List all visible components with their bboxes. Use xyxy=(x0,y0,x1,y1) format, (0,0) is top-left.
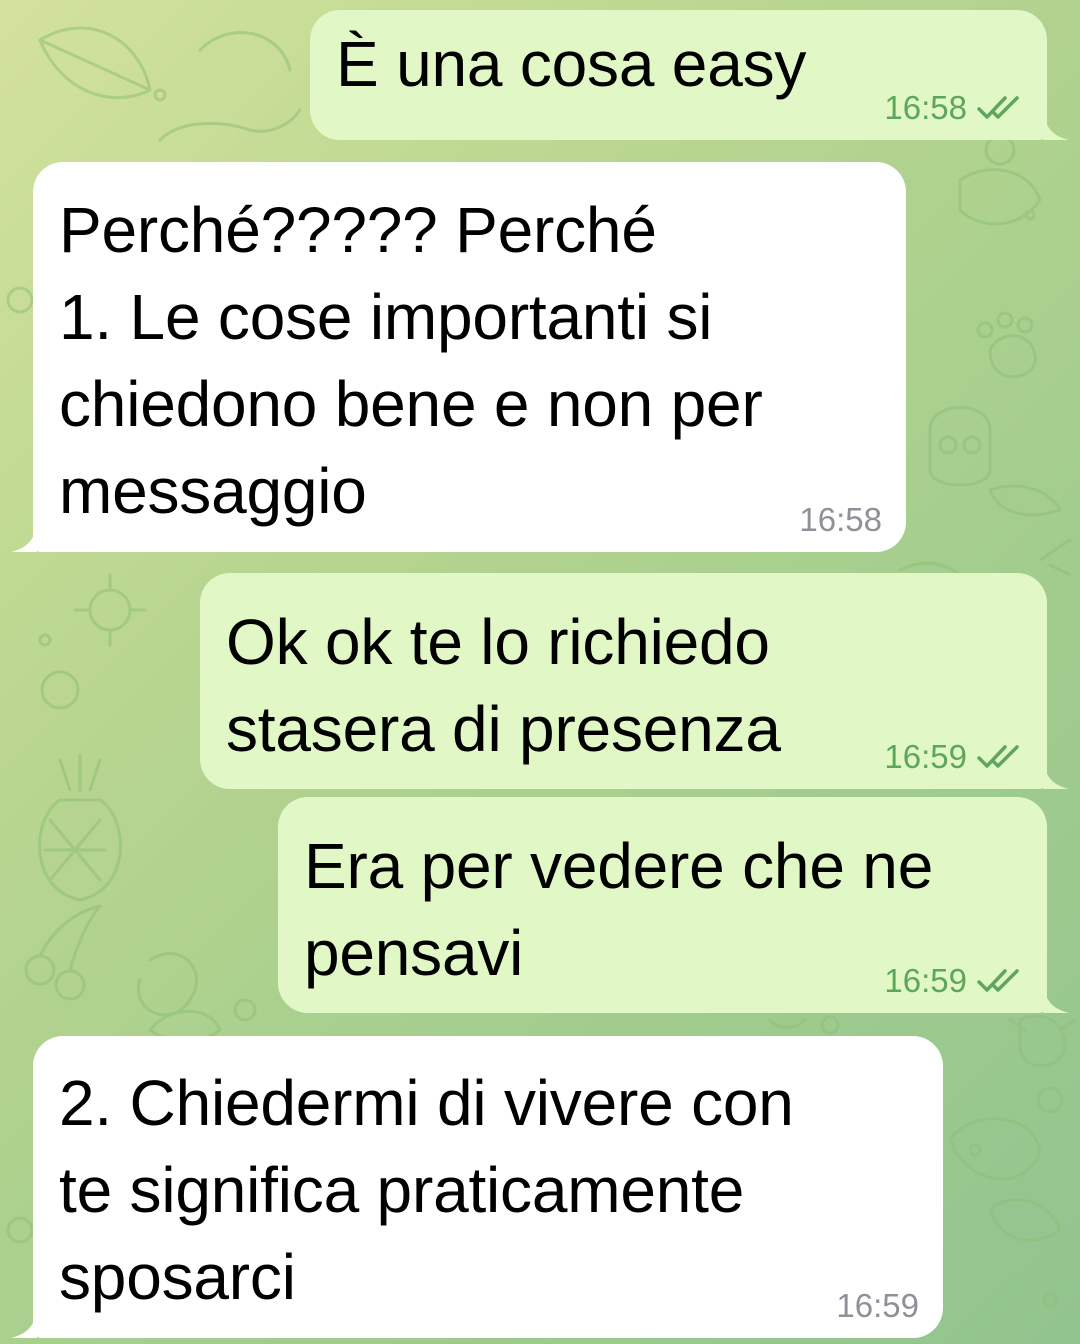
flower-doodle xyxy=(73,573,147,647)
bubble-tail xyxy=(11,522,37,552)
dot-doodle xyxy=(233,998,257,1022)
outgoing-message-bubble[interactable]: Era per vedere che ne pensavi 16:59 xyxy=(278,797,1069,1013)
read-double-check-icon xyxy=(977,969,1019,992)
bubble-tail xyxy=(11,1308,37,1338)
owl-doodle xyxy=(928,406,992,487)
message-meta: 16:58 xyxy=(884,88,1023,128)
message-text: 2. Chiedermi di vivere con te significa … xyxy=(59,1067,794,1313)
incoming-message-bubble[interactable]: 2. Chiedermi di vivere con te significa … xyxy=(11,1036,943,1338)
dot-doodle xyxy=(1036,1086,1064,1114)
leaf-doodle xyxy=(988,1198,1062,1242)
flower-doodle xyxy=(6,1216,34,1244)
message-text: È una cosa easy xyxy=(336,28,807,100)
bubble-tail xyxy=(1043,983,1069,1013)
paw-doodle xyxy=(988,334,1037,379)
incoming-message-bubble[interactable]: Perché????? Perché 1. Le cose importanti… xyxy=(11,162,906,552)
flower-doodle xyxy=(6,286,34,314)
dot-doodle xyxy=(820,1015,840,1035)
bug-doodle xyxy=(1008,1014,1077,1068)
bubble-tail xyxy=(1043,759,1069,789)
message-meta: 16:58 xyxy=(799,500,882,540)
outgoing-message-bubble[interactable]: È una cosa easy 16:58 xyxy=(310,10,1069,140)
leaf-doodle xyxy=(198,31,292,72)
message-meta: 16:59 xyxy=(836,1286,919,1326)
read-double-check-icon xyxy=(977,96,1019,119)
dot-doodle xyxy=(153,88,167,102)
wing-doodle xyxy=(988,484,1062,517)
dot-doodle xyxy=(1024,209,1036,221)
message-text: Era per vedere che ne pensavi xyxy=(304,830,934,989)
pineapple-doodle xyxy=(38,753,122,902)
scribble-doodle xyxy=(158,108,302,142)
dot-doodle xyxy=(38,633,52,647)
grid-doodle xyxy=(43,818,107,882)
outgoing-message-bubble[interactable]: Ok ok te lo richiedo stasera di presenza… xyxy=(200,573,1069,789)
message-meta: 16:59 xyxy=(884,737,1023,777)
leaf-doodle xyxy=(38,26,152,100)
scribble-doodle xyxy=(768,1018,807,1029)
read-double-check-icon xyxy=(977,745,1019,768)
bubble-tail xyxy=(1043,110,1069,140)
bird-doodle xyxy=(948,1117,1042,1181)
seahorse-doodle xyxy=(136,952,198,1017)
flower-doodle xyxy=(40,670,80,710)
message-time: 16:59 xyxy=(836,1287,919,1324)
message-time: 16:58 xyxy=(884,89,967,126)
message-time: 16:59 xyxy=(884,738,967,775)
message-text: Perché????? Perché 1. Le cose importanti… xyxy=(59,194,763,527)
leaf-doodle xyxy=(1038,538,1072,577)
message-time: 16:59 xyxy=(884,962,967,999)
flower-doodle xyxy=(984,134,1016,166)
message-time: 16:58 xyxy=(799,501,882,538)
cherry-doodle xyxy=(24,954,56,986)
message-meta: 16:59 xyxy=(884,961,1023,1001)
bird-doodle xyxy=(958,168,1042,226)
dot-doodle xyxy=(1042,1292,1058,1308)
message-text: Ok ok te lo richiedo stasera di presenza xyxy=(226,606,781,765)
